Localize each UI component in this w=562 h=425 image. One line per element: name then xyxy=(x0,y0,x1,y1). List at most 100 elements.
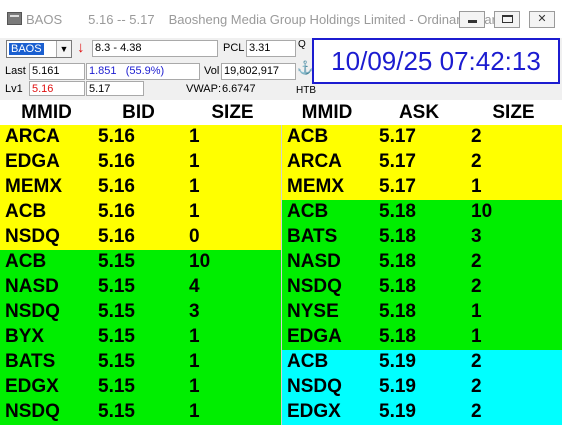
ask-size-cell: 2 xyxy=(471,151,482,172)
bid-price-cell: 5.15 xyxy=(98,301,135,322)
anchor-icon[interactable]: ⚓ xyxy=(297,60,313,76)
change-pct: (55.9%) xyxy=(125,65,165,77)
bid-mmid-cell: EDGA xyxy=(5,151,60,172)
ask-price-cell: 5.19 xyxy=(379,401,416,422)
ask-row[interactable]: BATS 5.18 3 xyxy=(282,225,562,250)
last-field: 5.161 xyxy=(29,63,85,80)
ask-price-cell: 5.19 xyxy=(379,376,416,397)
bid-price-cell: 5.15 xyxy=(98,401,135,422)
ask-row[interactable]: NYSE 5.18 1 xyxy=(282,300,562,325)
minimize-button[interactable] xyxy=(459,11,485,28)
ask-row[interactable]: ARCA 5.17 2 xyxy=(282,150,562,175)
lv1-ask-field: 5.17 xyxy=(86,81,144,96)
ask-price-cell: 5.19 xyxy=(379,351,416,372)
symbol-select-value: BAOS xyxy=(9,43,44,55)
change-field: 1.851 (55.9%) xyxy=(86,63,200,80)
ask-size-cell: 2 xyxy=(471,251,482,272)
bid-row[interactable]: NSDQ 5.16 0 xyxy=(0,225,281,250)
ask-mmid-cell: ACB xyxy=(287,351,329,372)
ask-mmid-cell: ACB xyxy=(287,201,329,222)
ask-price-cell: 5.17 xyxy=(379,151,416,172)
ask-row[interactable]: NASD 5.18 2 xyxy=(282,250,562,275)
bid-size-cell: 1 xyxy=(189,401,200,422)
bid-row[interactable]: ACB 5.15 10 xyxy=(0,250,281,275)
bid-price-cell: 5.15 xyxy=(98,276,135,297)
bid-price-cell: 5.15 xyxy=(98,376,135,397)
bid-side: ARCA 5.16 1 EDGA 5.16 1 MEMX 5.16 1 ACB 5.16 1 NSDQ 5… xyxy=(0,125,281,425)
ask-price-cell: 5.17 xyxy=(379,126,416,147)
ask-mmid-cell: MEMX xyxy=(287,176,344,197)
bid-row[interactable]: NASD 5.15 4 xyxy=(0,275,281,300)
ask-price-cell: 5.18 xyxy=(379,226,416,247)
ask-size-cell: 2 xyxy=(471,276,482,297)
bid-size-cell: 1 xyxy=(189,351,200,372)
ask-size-cell: 2 xyxy=(471,126,482,147)
quote-q-label: Q xyxy=(298,39,306,50)
bid-mmid-cell: NSDQ xyxy=(5,401,60,422)
close-button[interactable]: ✕ xyxy=(529,11,555,28)
grid-header: MMID BID SIZE MMID ASK SIZE xyxy=(0,100,562,125)
bid-mmid-cell: BATS xyxy=(5,351,56,372)
bid-mmid-cell: NSDQ xyxy=(5,226,60,247)
bid-mmid-cell: ACB xyxy=(5,251,47,272)
bid-size-cell: 1 xyxy=(189,376,200,397)
bid-row[interactable]: BATS 5.15 1 xyxy=(0,350,281,375)
bid-row[interactable]: EDGA 5.16 1 xyxy=(0,150,281,175)
ask-mmid-cell: EDGA xyxy=(287,326,342,347)
ask-row[interactable]: EDGA 5.18 1 xyxy=(282,325,562,350)
bid-size-cell: 10 xyxy=(189,251,211,272)
ask-row[interactable]: NSDQ 5.19 2 xyxy=(282,375,562,400)
header-bid-size[interactable]: SIZE xyxy=(184,100,281,125)
bid-row[interactable]: NSDQ 5.15 3 xyxy=(0,300,281,325)
bid-row[interactable]: BYX 5.15 1 xyxy=(0,325,281,350)
ask-size-cell: 3 xyxy=(471,226,482,247)
ask-size-cell: 1 xyxy=(471,176,482,197)
bid-mmid-cell: EDGX xyxy=(5,376,59,397)
ask-size-cell: 1 xyxy=(471,326,482,347)
ask-row[interactable]: MEMX 5.17 1 xyxy=(282,175,562,200)
maximize-button[interactable] xyxy=(494,11,520,28)
ask-price-cell: 5.18 xyxy=(379,301,416,322)
chevron-down-icon[interactable]: ▼ xyxy=(56,41,71,57)
ask-row[interactable]: ACB 5.18 10 xyxy=(282,200,562,225)
window-title: BAOS 5.16 -- 5.17 Baosheng Media Group Hol… xyxy=(26,12,510,27)
close-icon: ✕ xyxy=(537,13,547,25)
pcl-label: PCL xyxy=(223,42,245,54)
bid-size-cell: 0 xyxy=(189,226,200,247)
ask-price-cell: 5.18 xyxy=(379,276,416,297)
vwap-label: VWAP: xyxy=(186,83,222,95)
change-value: 1.851 xyxy=(89,65,117,77)
ask-row[interactable]: EDGX 5.19 2 xyxy=(282,400,562,425)
bid-mmid-cell: ARCA xyxy=(5,126,60,147)
bid-mmid-cell: NASD xyxy=(5,276,59,297)
ask-row[interactable]: NSDQ 5.18 2 xyxy=(282,275,562,300)
title-bar: BAOS 5.16 -- 5.17 Baosheng Media Group Hol… xyxy=(0,0,562,39)
bid-row[interactable]: EDGX 5.15 1 xyxy=(0,375,281,400)
level2-grid: MMID BID SIZE MMID ASK SIZE ARCA 5.16 1 EDG… xyxy=(0,100,562,425)
header-ask-size[interactable]: SIZE xyxy=(465,100,562,125)
down-arrow-icon: ↓ xyxy=(77,39,85,56)
vol-field: 19,802,917 xyxy=(221,63,296,80)
bid-row[interactable]: ARCA 5.16 1 xyxy=(0,125,281,150)
bid-row[interactable]: ACB 5.16 1 xyxy=(0,200,281,225)
bid-row[interactable]: MEMX 5.16 1 xyxy=(0,175,281,200)
bid-size-cell: 1 xyxy=(189,201,200,222)
ask-mmid-cell: ARCA xyxy=(287,151,342,172)
ask-price-cell: 5.17 xyxy=(379,176,416,197)
day-range-field: 8.3 - 4.38 xyxy=(92,40,218,57)
ask-row[interactable]: ACB 5.17 2 xyxy=(282,125,562,150)
bid-mmid-cell: ACB xyxy=(5,201,47,222)
bid-price-cell: 5.16 xyxy=(98,201,135,222)
bid-row[interactable]: NSDQ 5.15 1 xyxy=(0,400,281,425)
app-window-icon xyxy=(7,12,22,25)
ask-size-cell: 2 xyxy=(471,376,482,397)
symbol-select[interactable]: BAOS ▼ xyxy=(6,40,72,58)
ask-row[interactable]: ACB 5.19 2 xyxy=(282,350,562,375)
header-ask-mmid[interactable]: MMID xyxy=(281,100,373,125)
ask-size-cell: 10 xyxy=(471,201,493,222)
header-bid[interactable]: BID xyxy=(93,100,184,125)
header-ask[interactable]: ASK xyxy=(373,100,465,125)
header-bid-mmid[interactable]: MMID xyxy=(0,100,93,125)
ask-price-cell: 5.18 xyxy=(379,326,416,347)
ask-price-cell: 5.18 xyxy=(379,201,416,222)
